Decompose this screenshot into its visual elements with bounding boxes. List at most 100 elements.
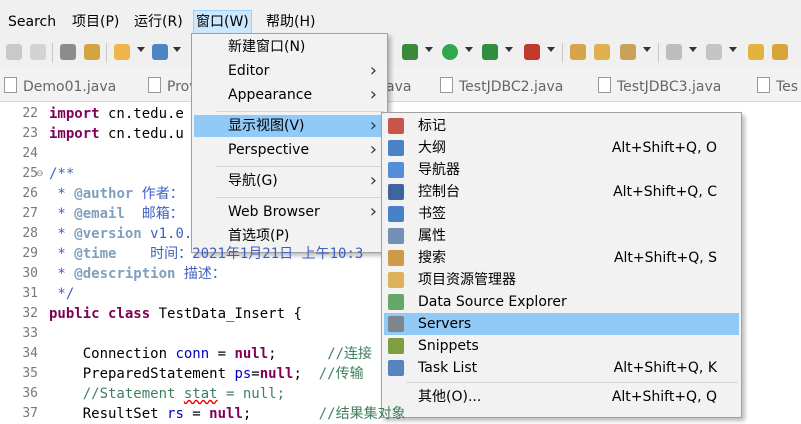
- menu-search[interactable]: Search: [6, 10, 58, 34]
- chevron-right-icon: ›: [369, 201, 377, 222]
- open-type-icon[interactable]: [570, 44, 586, 60]
- menu-item-label: 搜索: [418, 250, 446, 266]
- java-file-icon: [598, 77, 611, 93]
- console-icon: [388, 184, 404, 200]
- menu-project[interactable]: 项目(P): [70, 10, 121, 34]
- menu-run[interactable]: 运行(R): [132, 10, 185, 34]
- code-line: * @time 时间：2021年1月21日 上午10:3: [49, 246, 364, 262]
- show-view-item[interactable]: 项目资源管理器: [384, 269, 739, 291]
- code-line: import cn.tedu.u: [49, 126, 184, 142]
- show-view-item[interactable]: Data Source Explorer: [384, 291, 739, 313]
- coverage-icon[interactable]: [482, 44, 498, 60]
- menu-separator: [216, 197, 384, 198]
- menu-item-label: 大纲: [418, 140, 446, 156]
- menu-item-label: Appearance: [228, 87, 313, 103]
- last-edit-icon[interactable]: [748, 44, 764, 60]
- previous-annotation-icon[interactable]: [706, 44, 722, 60]
- debug-icon[interactable]: [402, 44, 418, 60]
- list-icon[interactable]: [60, 44, 76, 60]
- line-number: 35: [22, 366, 38, 381]
- chevron-down-icon[interactable]: [643, 47, 651, 52]
- menu-item-label: 导航(G): [228, 173, 278, 189]
- menu-item-shortcut: Alt+Shift+Q, O: [611, 140, 717, 156]
- search-icon: [388, 250, 404, 266]
- chevron-down-icon[interactable]: [689, 47, 697, 52]
- show-view-item[interactable]: 书签: [384, 203, 739, 225]
- tab-partial[interactable]: ava: [386, 76, 411, 98]
- menu-help[interactable]: 帮助(H): [264, 10, 317, 34]
- chevron-down-icon[interactable]: [505, 47, 513, 52]
- window-menu-item[interactable]: Perspective ›: [194, 139, 385, 161]
- menu-item-label: Data Source Explorer: [418, 294, 567, 310]
- chevron-down-icon[interactable]: [547, 47, 555, 52]
- external-tools-icon[interactable]: [524, 44, 540, 60]
- code-line: * @description 描述：: [49, 266, 226, 282]
- menu-item-label: 其他(O)...: [418, 389, 482, 405]
- menu-item-label: 书签: [418, 206, 446, 222]
- tab-testjdbc2[interactable]: TestJDBC2.java: [440, 76, 563, 98]
- toolbar-separator: [106, 43, 107, 63]
- show-view-item[interactable]: 标记: [384, 115, 739, 137]
- menu-item-label: Editor: [228, 63, 270, 79]
- menu-item-label: Snippets: [418, 338, 479, 354]
- back-nav-icon[interactable]: [772, 44, 788, 60]
- show-view-item[interactable]: 控制台 Alt+Shift+Q, C: [384, 181, 739, 203]
- show-view-item[interactable]: 大纲 Alt+Shift+Q, O: [384, 137, 739, 159]
- line-number: 26: [22, 186, 38, 201]
- chevron-down-icon[interactable]: [425, 47, 433, 52]
- chevron-down-icon[interactable]: [137, 47, 145, 52]
- markers-icon: [388, 118, 404, 134]
- show-view-item[interactable]: 搜索 Alt+Shift+Q, S: [384, 247, 739, 269]
- window-menu-item[interactable]: 导航(G) ›: [194, 170, 385, 192]
- tab-tes[interactable]: Tes: [757, 76, 798, 98]
- show-view-item[interactable]: Servers: [384, 313, 739, 335]
- window-menu-item[interactable]: Appearance ›: [194, 84, 385, 106]
- back-icon[interactable]: [6, 44, 22, 60]
- code-line: * @version v1.0.: [49, 226, 193, 242]
- line-number: 28: [22, 226, 38, 241]
- window-menu: 新建窗口(N) Editor › Appearance › 显示视图(V) › Perspec…: [191, 33, 388, 253]
- show-view-item[interactable]: Snippets: [384, 335, 739, 357]
- line-number: 36: [22, 386, 38, 401]
- show-view-item[interactable]: 导航器: [384, 159, 739, 181]
- line-number: 33: [22, 326, 38, 341]
- menu-item-label: 新建窗口(N): [228, 39, 306, 55]
- toolbar: [0, 38, 801, 68]
- fold-icon[interactable]: ⊖: [36, 169, 44, 179]
- properties-icon: [388, 228, 404, 244]
- run-icon[interactable]: [442, 44, 458, 60]
- show-view-item[interactable]: 属性: [384, 225, 739, 247]
- chevron-down-icon[interactable]: [465, 47, 473, 52]
- line-number: 27: [22, 206, 38, 221]
- new-icon[interactable]: [114, 44, 130, 60]
- window-menu-item[interactable]: 新建窗口(N): [194, 36, 385, 58]
- window-menu-item[interactable]: 显示视图(V) ›: [194, 115, 385, 137]
- menu-item-label: 项目资源管理器: [418, 272, 516, 288]
- java-file-icon: [757, 77, 770, 93]
- line-number: 37: [22, 406, 38, 421]
- search-icon[interactable]: [620, 44, 636, 60]
- settings-icon[interactable]: [152, 44, 168, 60]
- code-line: //Statement stat = null;: [82, 386, 286, 402]
- window-menu-item[interactable]: Web Browser ›: [194, 201, 385, 223]
- show-view-item[interactable]: 其他(O)... Alt+Shift+Q, Q: [384, 386, 739, 408]
- line-number: 25: [22, 166, 38, 181]
- code-line: public class TestData_Insert {: [49, 306, 302, 322]
- tab-demo01[interactable]: Demo01.java: [4, 76, 116, 98]
- show-view-item[interactable]: Task List Alt+Shift+Q, K: [384, 357, 739, 379]
- toolbar-separator: [562, 43, 563, 63]
- chevron-down-icon[interactable]: [729, 47, 737, 52]
- chevron-right-icon: ›: [369, 170, 377, 191]
- menu-item-label: 控制台: [418, 184, 460, 200]
- next-annotation-icon[interactable]: [666, 44, 682, 60]
- chevron-down-icon[interactable]: [173, 47, 181, 52]
- show-view-submenu: 标记大纲 Alt+Shift+Q, O 导航器 控制台 Alt+Shift+Q, C 书签…: [381, 112, 742, 418]
- forward-icon[interactable]: [30, 44, 46, 60]
- window-menu-item[interactable]: Editor ›: [194, 60, 385, 82]
- menu-item-label: Task List: [418, 360, 478, 376]
- chevron-right-icon: ›: [369, 60, 377, 81]
- tab-testjdbc3[interactable]: TestJDBC3.java: [598, 76, 721, 98]
- open-folder-icon[interactable]: [594, 44, 610, 60]
- format-icon[interactable]: [84, 44, 100, 60]
- bookmarks-icon: [388, 206, 404, 222]
